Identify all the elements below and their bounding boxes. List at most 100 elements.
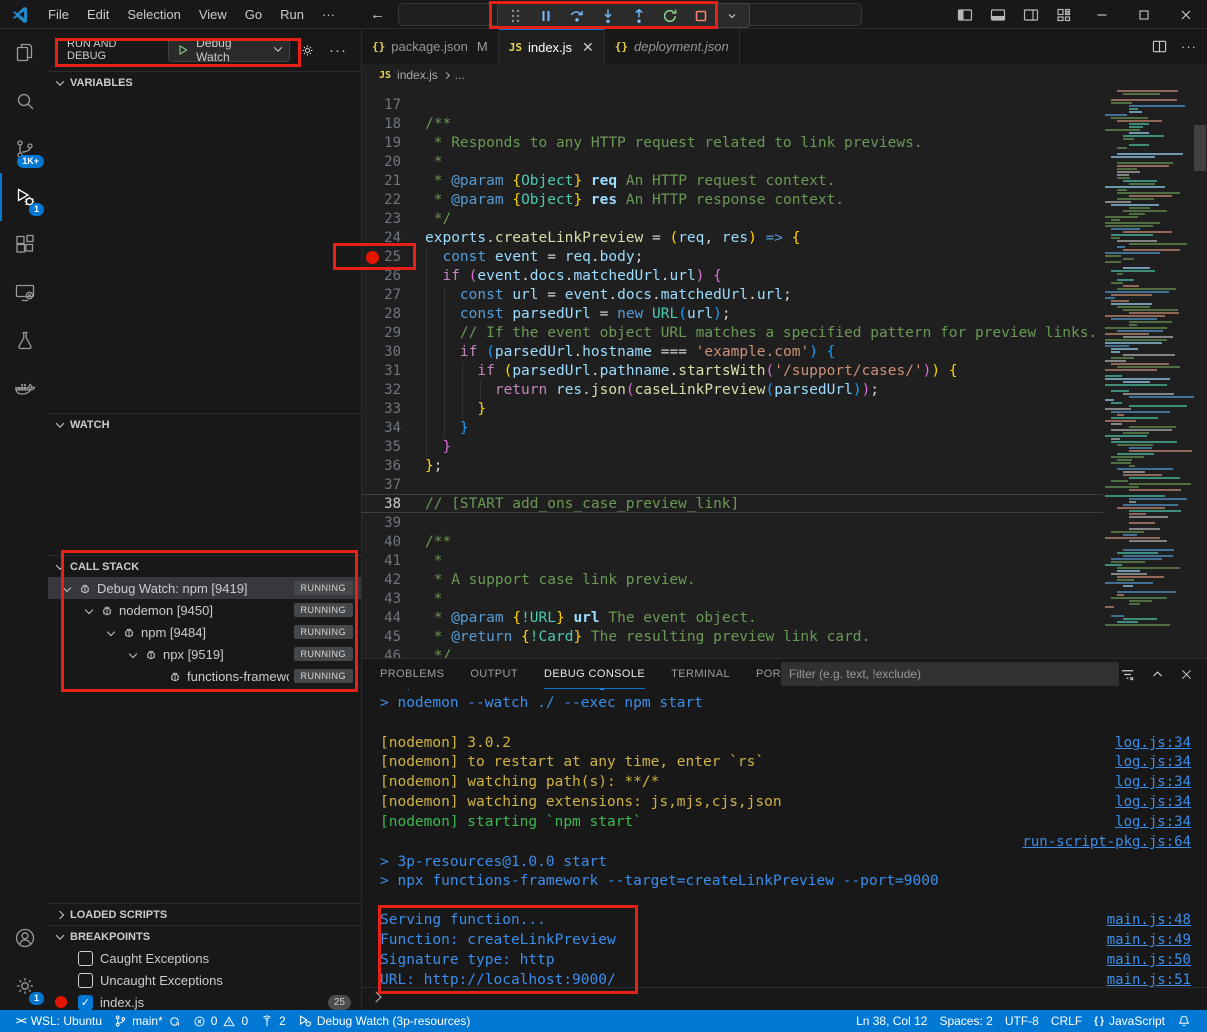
- debug-session-status[interactable]: Debug Watch (3p-resources): [292, 1010, 477, 1032]
- line-number[interactable]: 22: [362, 191, 401, 210]
- call-stack-row[interactable]: functions-framework [954...RUNNING: [48, 665, 361, 687]
- debug-session-chevron-icon[interactable]: [723, 7, 741, 25]
- step-over-icon[interactable]: [568, 7, 586, 25]
- line-number[interactable]: 26: [362, 267, 401, 286]
- section-call-stack[interactable]: CALL STACK: [48, 555, 361, 577]
- tab-deployment-json[interactable]: {} deployment.json: [605, 29, 740, 64]
- settings-button[interactable]: 1: [0, 962, 48, 1010]
- accounts-button[interactable]: [0, 914, 48, 962]
- section-variables[interactable]: VARIABLES: [48, 71, 361, 93]
- maximize-panel-icon[interactable]: [1151, 668, 1164, 681]
- source-link[interactable]: main.js:51: [1107, 970, 1191, 990]
- minimize-icon[interactable]: [1081, 0, 1123, 29]
- git-branch[interactable]: main*: [108, 1010, 187, 1032]
- drag-grip-icon[interactable]: [506, 7, 524, 25]
- line-number[interactable]: 34: [362, 419, 401, 438]
- line-number[interactable]: 36: [362, 457, 401, 476]
- tab-package-json[interactable]: {} package.json M: [362, 29, 499, 64]
- line-number[interactable]: 28: [362, 305, 401, 324]
- pause-icon[interactable]: [537, 7, 555, 25]
- cursor-position[interactable]: Ln 38, Col 12: [850, 1010, 933, 1032]
- filter-icon[interactable]: [1120, 667, 1135, 682]
- indentation[interactable]: Spaces: 2: [933, 1010, 998, 1032]
- more-actions-icon[interactable]: ···: [329, 42, 347, 59]
- source-link[interactable]: main.js:50: [1107, 950, 1191, 970]
- line-number[interactable]: 38: [362, 495, 401, 514]
- tab-problems[interactable]: PROBLEMS: [380, 659, 444, 689]
- source-link[interactable]: main.js:49: [1107, 930, 1191, 950]
- source-link[interactable]: log.js:34: [1115, 733, 1191, 753]
- line-number[interactable]: 19: [362, 134, 401, 153]
- checkbox-unchecked[interactable]: [78, 973, 93, 988]
- line-number[interactable]: 17: [362, 96, 401, 115]
- line-number[interactable]: 41: [362, 552, 401, 571]
- line-number[interactable]: 33: [362, 400, 401, 419]
- line-number[interactable]: 40: [362, 533, 401, 552]
- menu-edit[interactable]: Edit: [78, 0, 118, 29]
- more-actions-icon[interactable]: ···: [1181, 39, 1197, 54]
- problems-indicator[interactable]: 0 0: [187, 1010, 254, 1032]
- call-stack-row[interactable]: npm [9484]RUNNING: [48, 621, 361, 643]
- encoding[interactable]: UTF-8: [999, 1010, 1045, 1032]
- call-stack-row[interactable]: Debug Watch: npm [9419]RUNNING: [48, 577, 361, 599]
- scrollbar-thumb[interactable]: [1194, 125, 1206, 171]
- launch-config-dropdown[interactable]: Debug Watch: [168, 38, 290, 62]
- menu-file[interactable]: File: [39, 0, 78, 29]
- step-into-icon[interactable]: [599, 7, 617, 25]
- gear-icon[interactable]: [300, 43, 315, 58]
- call-stack-row[interactable]: npx [9519]RUNNING: [48, 643, 361, 665]
- toggle-secondary-sidebar-icon[interactable]: [1023, 7, 1039, 23]
- line-number[interactable]: 25: [362, 248, 401, 267]
- line-number[interactable]: 30: [362, 343, 401, 362]
- menu-selection[interactable]: Selection: [118, 0, 189, 29]
- line-number[interactable]: 21: [362, 172, 401, 191]
- section-breakpoints[interactable]: BREAKPOINTS: [48, 925, 361, 947]
- eol-sequence[interactable]: CRLF: [1045, 1010, 1088, 1032]
- line-number[interactable]: 24: [362, 229, 401, 248]
- stop-icon[interactable]: [692, 7, 710, 25]
- menu-go[interactable]: Go: [236, 0, 271, 29]
- notifications-bell[interactable]: [1171, 1010, 1197, 1032]
- tab-debug-console[interactable]: DEBUG CONSOLE: [544, 659, 645, 689]
- breakpoint-caught-exceptions[interactable]: Caught Exceptions: [48, 947, 361, 969]
- source-link[interactable]: main.js:48: [1107, 910, 1191, 930]
- call-stack-row[interactable]: nodemon [9450]RUNNING: [48, 599, 361, 621]
- line-number[interactable]: 20: [362, 153, 401, 172]
- breadcrumb[interactable]: JS index.js ...: [362, 64, 1207, 86]
- tab-index-js[interactable]: JS index.js ✕: [499, 29, 605, 64]
- menu-view[interactable]: View: [190, 0, 236, 29]
- close-tab-icon[interactable]: ✕: [582, 39, 594, 56]
- line-number[interactable]: 18: [362, 115, 401, 134]
- code-editor[interactable]: 1718/**19 * Responds to any HTTP request…: [362, 86, 1207, 658]
- line-number[interactable]: 35: [362, 438, 401, 457]
- remote-indicator[interactable]: >< WSL: Ubuntu: [10, 1010, 108, 1032]
- line-number[interactable]: 43: [362, 590, 401, 609]
- sidebar-item-extensions[interactable]: [0, 221, 48, 269]
- toggle-sidebar-icon[interactable]: [957, 7, 973, 23]
- console-filter-input[interactable]: [781, 662, 1119, 686]
- breadcrumb-file[interactable]: index.js: [397, 68, 438, 82]
- menu-[interactable]: ···: [313, 0, 344, 29]
- forwarded-ports[interactable]: 2: [254, 1010, 292, 1032]
- sidebar-item-docker[interactable]: [0, 365, 48, 413]
- line-number[interactable]: 44: [362, 609, 401, 628]
- customize-layout-icon[interactable]: [1056, 7, 1072, 23]
- source-link[interactable]: log.js:34: [1115, 792, 1191, 812]
- breakpoint-uncaught-exceptions[interactable]: Uncaught Exceptions: [48, 969, 361, 991]
- checkbox-checked[interactable]: ✓: [78, 995, 93, 1010]
- line-number[interactable]: 31: [362, 362, 401, 381]
- line-number[interactable]: 39: [362, 514, 401, 533]
- line-number[interactable]: 32: [362, 381, 401, 400]
- source-link[interactable]: run-script-pkg.js:64: [1022, 832, 1191, 852]
- language-mode[interactable]: { } JavaScript: [1088, 1010, 1171, 1032]
- line-number[interactable]: 23: [362, 210, 401, 229]
- line-number[interactable]: 37: [362, 476, 401, 495]
- sidebar-item-search[interactable]: [0, 77, 48, 125]
- sidebar-item-source-control[interactable]: 1K+: [0, 125, 48, 173]
- maximize-icon[interactable]: [1123, 0, 1165, 29]
- menu-run[interactable]: Run: [271, 0, 313, 29]
- split-editor-icon[interactable]: [1152, 39, 1167, 54]
- sidebar-item-run-and-debug[interactable]: 1: [0, 173, 48, 221]
- tab-output[interactable]: OUTPUT: [470, 659, 518, 689]
- breadcrumb-tail[interactable]: ...: [455, 68, 465, 82]
